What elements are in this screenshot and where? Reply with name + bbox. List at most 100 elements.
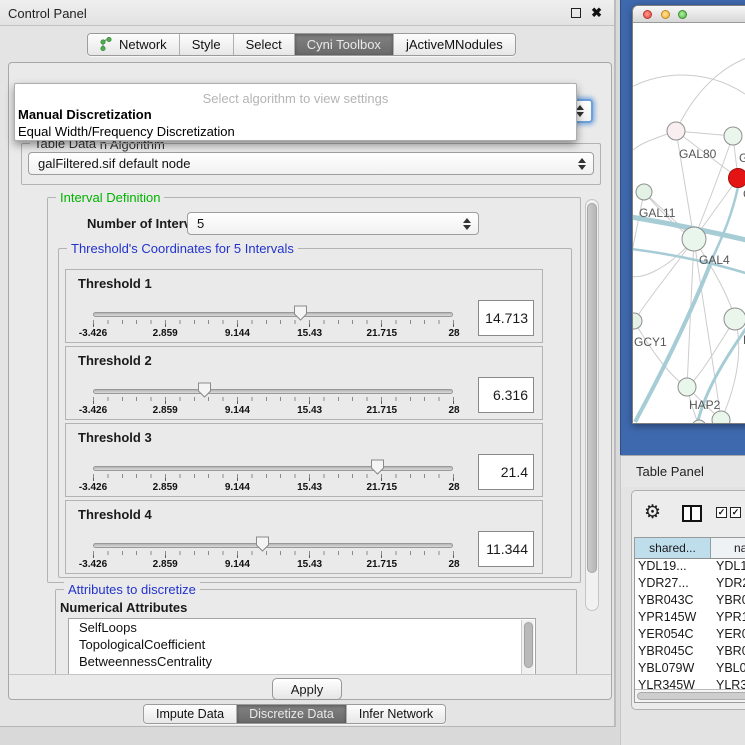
table-data-group: Table Data galFiltered.sif default node [21,143,601,185]
threshold-3-value-field[interactable]: 21.4 [478,454,534,490]
combo-arrows-icon [578,158,586,170]
table-hscrollbar-thumb[interactable] [637,692,745,700]
network-canvas[interactable]: GAL80 GA GAL11 GAL4 GCY1 HAP2 H C [633,24,745,424]
algorithm-dropdown-popup: Select algorithm to view settings Manual… [14,83,577,141]
network-window-titlebar[interactable] [633,6,745,23]
attributes-list-scrollbar[interactable] [521,620,534,674]
tab-jactivemnodules-label: jActiveMNodules [406,37,503,52]
bottom-tab-bar: Impute Data Discretize Data Infer Networ… [143,704,446,724]
apply-button[interactable]: Apply [272,678,342,700]
cell-shared-name[interactable]: YBR045C [635,644,711,661]
table-panel-area: ⚙ ✓ ✓ shared... name YDL19...YDL1YDR27..… [620,487,745,745]
cell-shared-name[interactable]: YPR145W [635,610,711,627]
tab-cyni-toolbox[interactable]: Cyni Toolbox [295,34,394,55]
tab-style-label: Style [192,37,221,52]
gear-icon[interactable]: ⚙ [644,503,661,522]
attribute-list-item[interactable]: SelfLoops [69,619,535,636]
close-traffic-light[interactable] [643,10,652,19]
node-attribute-table[interactable]: shared... name YDL19...YDL1YDR27...YDR2Y… [634,537,745,703]
table-row[interactable]: YDR27...YDR2 [635,576,745,593]
tab-jactivemnodules[interactable]: jActiveMNodules [394,34,515,55]
attribute-list-item[interactable]: BetweennessCentrality [69,653,535,670]
slider-tick-label: 2.859 [153,559,178,570]
cell-shared-name[interactable]: YBL079W [635,661,711,678]
column-header-shared-name[interactable]: shared... [635,538,711,558]
settings-vertical-scrollbar[interactable] [585,199,599,611]
cell-name[interactable]: YER0 [711,627,745,644]
threshold-4-value-field[interactable]: 11.344 [478,531,534,567]
slider-tick-label: -3.426 [79,328,107,339]
cell-shared-name[interactable]: YDL19... [635,559,711,576]
threshold-1-value-field[interactable]: 14.713 [478,300,534,336]
tab-impute-data[interactable]: Impute Data [144,705,237,723]
split-columns-icon[interactable] [682,505,702,522]
cell-shared-name[interactable]: YER054C [635,627,711,644]
cell-name[interactable]: YBR0 [711,593,745,610]
network-view-window[interactable]: GAL80 GA GAL11 GAL4 GCY1 HAP2 H C [632,5,745,424]
tab-discretize-data[interactable]: Discretize Data [237,705,347,723]
number-of-intervals-value: 5 [188,216,478,231]
numerical-attributes-list[interactable]: SelfLoopsTopologicalCoefficientBetweenne… [68,618,536,674]
attribute-list-item[interactable]: TopologicalCoefficient [69,636,535,653]
cell-name[interactable]: YDR2 [711,576,745,593]
tab-infer-network[interactable]: Infer Network [347,705,445,723]
table-row[interactable]: YBL079WYBL0 [635,661,745,678]
tab-select[interactable]: Select [234,34,295,55]
threshold-4-slider-track[interactable] [93,543,453,548]
select-columns-icon[interactable]: ✓ [716,507,727,518]
close-icon[interactable]: ✖ [591,7,602,19]
threshold-4-slider-handle[interactable] [255,536,270,552]
select-all-icon[interactable]: ✓ [730,507,741,518]
threshold-3-slider-handle[interactable] [370,459,385,475]
slider-tick-label: 21.715 [367,328,398,339]
minimize-traffic-light[interactable] [661,10,670,19]
slider-minor-ticks [93,474,454,478]
threshold-3-slider-track[interactable] [93,466,453,471]
table-body: YDL19...YDL1YDR27...YDR2YBR043CYBR0YPR14… [635,559,745,703]
slider-tick-label: 21.715 [367,405,398,416]
threshold-2-slider-handle[interactable] [197,382,212,398]
table-row[interactable]: YER054CYER0 [635,627,745,644]
tab-network[interactable]: Network [88,34,180,55]
table-row[interactable]: YDL19...YDL1 [635,559,745,576]
attributes-group-title: Attributes to discretize [64,582,200,597]
zoom-traffic-light[interactable] [678,10,687,19]
table-row[interactable]: YBR043CYBR0 [635,593,745,610]
float-window-icon[interactable] [571,8,581,18]
threshold-2-panel: Threshold 2 -3.4262.8599.14415.4321.7152… [65,346,543,420]
slider-tick-label: 2.859 [153,328,178,339]
cell-name[interactable]: YBR0 [711,644,745,661]
slider-tick-label: 15.43 [297,328,322,339]
table-row[interactable]: YPR145WYPR1 [635,610,745,627]
slider-tick-label: 9.144 [225,328,250,339]
column-header-name[interactable]: name [711,538,745,558]
slider-tick-label: 15.43 [297,405,322,416]
threshold-2-slider-track[interactable] [93,389,453,394]
table-horizontal-scrollbar[interactable] [635,689,745,702]
menu-item-manual-discretization[interactable]: Manual Discretization [18,107,152,122]
threshold-1-slider-handle[interactable] [293,305,308,321]
number-of-intervals-combobox[interactable]: 5 [187,212,479,235]
threshold-1-panel: Threshold 1 -3.4262.8599.14415.4321.7152… [65,269,543,343]
settings-scrollbar-thumb[interactable] [587,203,597,573]
table-row[interactable]: YBR045CYBR0 [635,644,745,661]
slider-tick-label: 2.859 [153,405,178,416]
slider-tick-label: 9.144 [225,405,250,416]
tab-style[interactable]: Style [180,34,234,55]
table-header-row: shared... name [635,538,745,559]
cell-shared-name[interactable]: YDR27... [635,576,711,593]
table-panel-box: ⚙ ✓ ✓ shared... name YDL19...YDL1YDR27..… [631,490,745,710]
cell-name[interactable]: YBL0 [711,661,745,678]
interval-definition-group: Interval Definition Number of Intervals … [47,197,581,583]
combo-arrows-icon [463,218,471,230]
menu-item-equal-width-frequency[interactable]: Equal Width/Frequency Discretization [18,124,235,139]
cell-name[interactable]: YPR1 [711,610,745,627]
network-graph: GAL80 GA GAL11 GAL4 GCY1 HAP2 H C [633,24,745,424]
attributes-scrollbar-thumb[interactable] [524,622,533,668]
threshold-2-value-field[interactable]: 6.316 [478,377,534,413]
cell-name[interactable]: YDL1 [711,559,745,576]
slider-tick-label: 15.43 [297,482,322,493]
threshold-1-slider-track[interactable] [93,312,453,317]
cell-shared-name[interactable]: YBR043C [635,593,711,610]
table-data-combobox[interactable]: galFiltered.sif default node [28,152,594,175]
